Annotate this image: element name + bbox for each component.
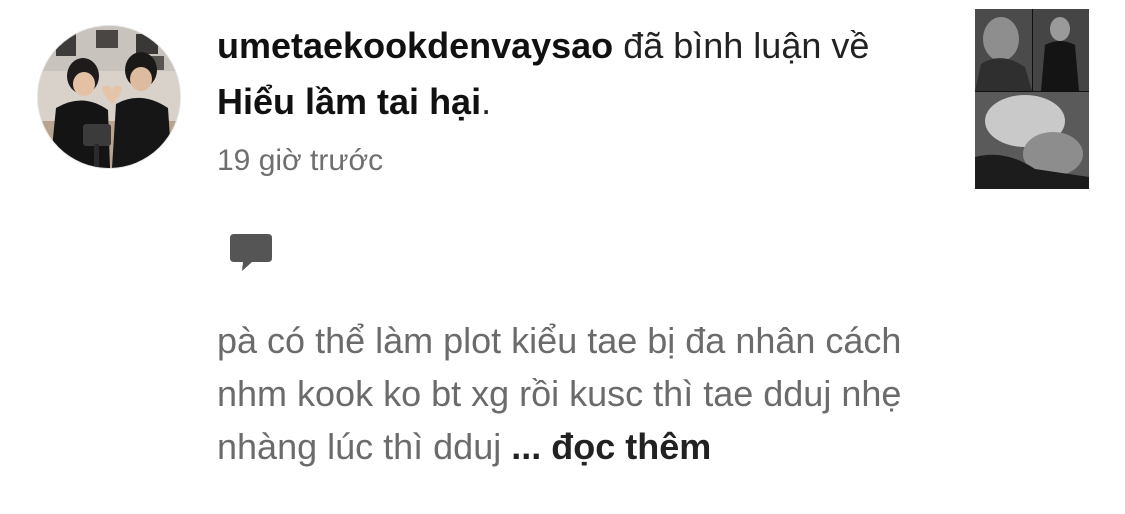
comment-text: pà có thể làm plot kiểu tae bị đa nhân c… bbox=[217, 314, 977, 473]
avatar-photo-icon bbox=[38, 26, 180, 168]
user-avatar[interactable] bbox=[37, 25, 181, 169]
read-more-link[interactable]: ... đọc thêm bbox=[511, 426, 711, 467]
title-suffix: . bbox=[481, 81, 492, 122]
story-thumbnail[interactable] bbox=[975, 9, 1089, 189]
comment-bubble-icon bbox=[230, 234, 272, 272]
story-cover-icon bbox=[975, 9, 1089, 189]
timestamp: 19 giờ trước bbox=[217, 144, 384, 177]
action-text: đã bình luận về bbox=[613, 25, 870, 66]
username-link[interactable]: umetaekookdenvaysao bbox=[217, 25, 613, 66]
story-title-link[interactable]: Hiểu lầm tai hại bbox=[217, 81, 481, 122]
comment-notification[interactable]: umetaekookdenvaysao đã bình luận về Hiểu… bbox=[0, 0, 1125, 514]
notification-headline: umetaekookdenvaysao đã bình luận về Hiểu… bbox=[217, 18, 937, 130]
